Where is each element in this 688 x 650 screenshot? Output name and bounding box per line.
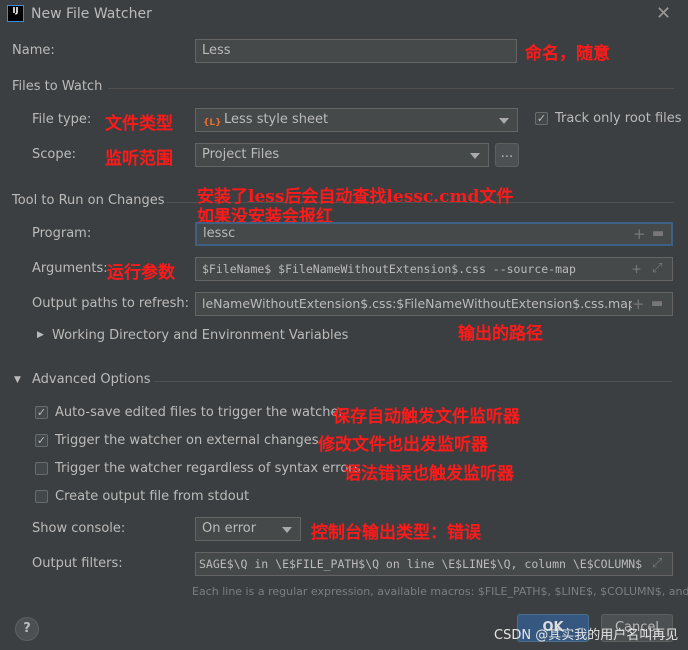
folder-icon[interactable]: ▬ (651, 293, 664, 315)
external-changes-checkbox[interactable]: ✓ (35, 434, 48, 447)
help-button[interactable]: ? (15, 617, 39, 641)
annotation-file-type: 文件类型 (105, 114, 173, 134)
add-icon[interactable]: + (632, 258, 641, 280)
track-root-label: Track only root files (555, 111, 682, 126)
add-icon[interactable]: + (632, 293, 645, 315)
chevron-right-icon[interactable]: ▶ (37, 330, 44, 340)
file-type-value: Less style sheet (224, 112, 329, 127)
chevron-down-icon[interactable]: ▼ (14, 375, 21, 385)
file-type-select[interactable]: {L} Less style sheet (195, 108, 518, 132)
folder-icon[interactable]: ▬ (652, 224, 664, 244)
add-icon[interactable]: + (633, 224, 646, 244)
section-advanced[interactable]: Advanced Options (32, 372, 151, 387)
watermark: CSDN @其实我的用户名叫再见 (494, 628, 679, 643)
stdout-checkbox[interactable] (35, 490, 48, 503)
expand-icon[interactable]: ⤢ (652, 258, 662, 280)
output-filters-input[interactable]: SAGE$\Q in \E$FILE_PATH$\Q on line \E$LI… (195, 552, 673, 576)
arguments-input[interactable]: $FileName$ $FileNameWithoutExtension$.cs… (195, 257, 673, 281)
expand-icon[interactable]: ⤢ (652, 553, 663, 575)
chevron-down-icon (282, 527, 292, 533)
scope-more-button[interactable]: ... (495, 143, 519, 167)
name-input[interactable]: Less (195, 39, 517, 63)
output-paths-value: leNameWithoutExtension$.css:$FileNameWit… (202, 296, 636, 311)
file-type-label: File type: (32, 112, 92, 127)
syntax-errors-label: Trigger the watcher regardless of syntax… (55, 461, 361, 476)
less-file-icon: {L} (203, 118, 222, 128)
close-icon[interactable]: ✕ (656, 3, 671, 24)
divider (108, 88, 674, 89)
annotation-opt2: 语法错误也触发监听器 (344, 464, 514, 484)
show-console-value: On error (202, 521, 257, 536)
program-value: lessc (203, 226, 236, 241)
output-filters-label: Output filters: (32, 556, 123, 571)
annotation-output: 输出的路径 (458, 324, 543, 344)
name-label: Name: (12, 43, 55, 58)
annotation-name: 命名，随意 (525, 44, 610, 64)
chevron-down-icon (470, 153, 480, 159)
scope-label: Scope: (32, 147, 76, 162)
output-paths-label: Output paths to refresh: (32, 296, 190, 311)
auto-save-checkbox[interactable]: ✓ (35, 406, 48, 419)
section-files-to-watch: Files to Watch (12, 79, 103, 94)
external-changes-label: Trigger the watcher on external changes (55, 433, 319, 448)
intellij-icon: IJ (7, 5, 24, 22)
auto-save-label: Auto-save edited files to trigger the wa… (55, 405, 344, 420)
show-console-select[interactable]: On error (195, 517, 301, 541)
arguments-value: $FileName$ $FileNameWithoutExtension$.cs… (202, 262, 576, 276)
annotation-arguments: 运行参数 (107, 263, 175, 283)
section-tool: Tool to Run on Changes (12, 193, 165, 208)
output-filters-hint: Each line is a regular expression, avail… (192, 585, 688, 598)
output-filters-value: SAGE$\Q in \E$FILE_PATH$\Q on line \E$LI… (199, 557, 643, 571)
scope-select[interactable]: Project Files (195, 143, 489, 167)
divider (154, 381, 672, 382)
arguments-label: Arguments: (32, 261, 108, 276)
program-label: Program: (32, 226, 92, 241)
annotation-console: 控制台输出类型：错误 (311, 523, 481, 543)
show-console-label: Show console: (32, 521, 126, 536)
annotation-opt1: 修改文件也出发监听器 (318, 435, 488, 455)
scope-value: Project Files (202, 147, 280, 162)
window-title: New File Watcher (31, 6, 152, 22)
annotation-opt0: 保存自动触发文件监听器 (333, 407, 520, 427)
syntax-errors-checkbox[interactable] (35, 462, 48, 475)
annotation-scope: 监听范围 (105, 149, 173, 169)
working-dir-toggle[interactable]: Working Directory and Environment Variab… (52, 328, 348, 343)
chevron-down-icon (499, 118, 509, 124)
output-paths-input[interactable]: leNameWithoutExtension$.css:$FileNameWit… (195, 292, 673, 316)
stdout-label: Create output file from stdout (55, 489, 250, 504)
track-root-checkbox[interactable]: ✓ (535, 112, 548, 125)
program-input[interactable]: lessc + ▬ (195, 222, 673, 246)
